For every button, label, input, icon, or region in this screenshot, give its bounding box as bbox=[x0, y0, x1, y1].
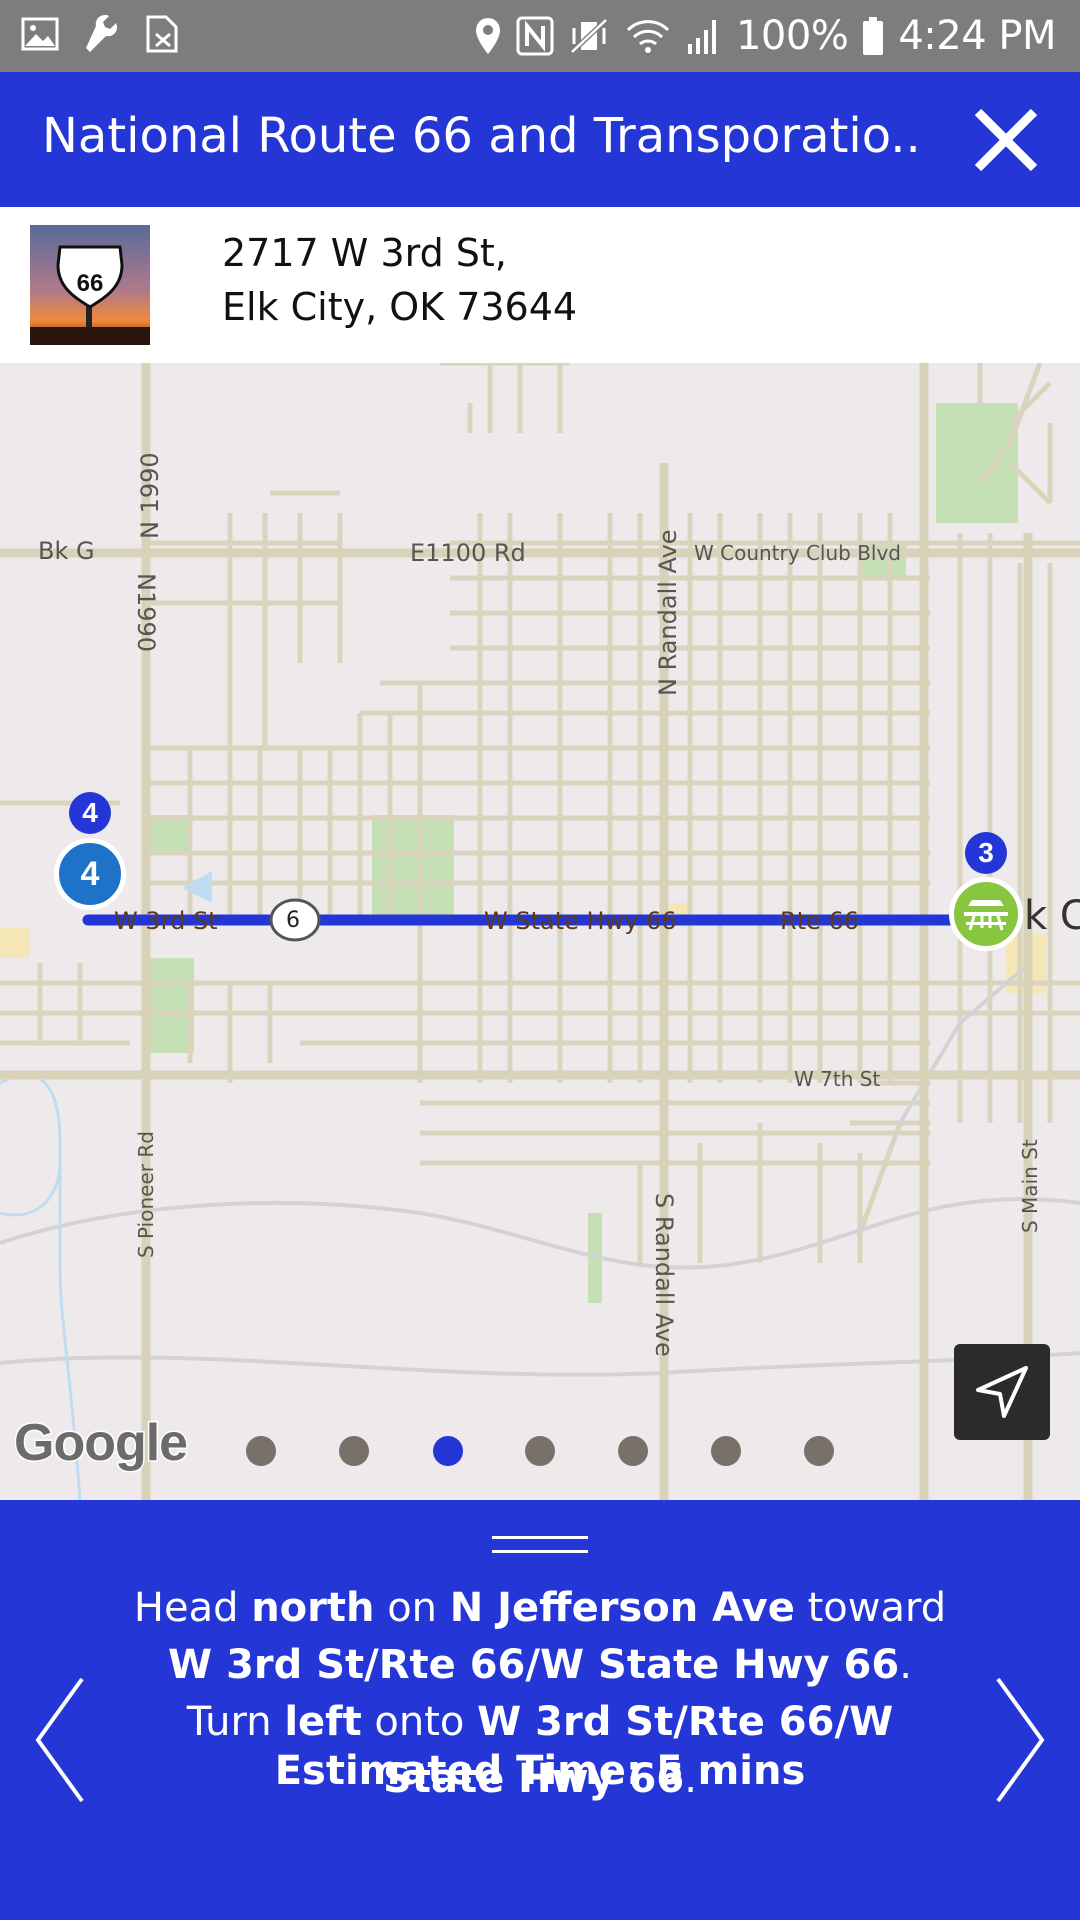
picnic-table-icon bbox=[964, 900, 1008, 931]
address-line-1: 2717 W 3rd St, bbox=[222, 231, 507, 275]
start-marker[interactable]: 4 bbox=[54, 838, 126, 910]
label-n-1990-top: N 1990 bbox=[136, 452, 164, 539]
label-elk-city: k Ci bbox=[1024, 893, 1080, 939]
label-s-pioneer-rd: S Pioneer Rd bbox=[134, 1131, 158, 1258]
page-dot-active[interactable] bbox=[433, 1436, 463, 1466]
app-header: National Route 66 and Transporatio.. bbox=[0, 72, 1080, 207]
battery-icon bbox=[863, 17, 884, 55]
page-indicator bbox=[0, 1436, 1080, 1466]
label-bk-g: Bk G bbox=[38, 537, 95, 565]
svg-text:66: 66 bbox=[77, 270, 104, 297]
page-dot[interactable] bbox=[525, 1436, 555, 1466]
page-dot[interactable] bbox=[246, 1436, 276, 1466]
picnic-marker[interactable] bbox=[949, 877, 1023, 951]
battery-percent: 100% bbox=[735, 13, 849, 59]
close-icon[interactable] bbox=[968, 102, 1044, 178]
label-w-country-club-blvd: W Country Club Blvd bbox=[694, 541, 902, 565]
nfc-icon bbox=[516, 16, 554, 56]
label-w-state-hwy-66: W State Hwy 66 bbox=[484, 907, 677, 935]
signal-icon bbox=[687, 20, 716, 54]
image-icon bbox=[21, 17, 59, 51]
end-step-badge: 3 bbox=[965, 832, 1007, 874]
label-s-randall-ave: S Randall Ave bbox=[650, 1193, 678, 1357]
page-dot[interactable] bbox=[618, 1436, 648, 1466]
navigation-arrow-icon bbox=[976, 1366, 1028, 1418]
sim-off-icon bbox=[146, 15, 178, 53]
map-view[interactable]: Bk G E1100 Rd W Country Club Blvd N 1990… bbox=[0, 363, 1080, 1500]
page-dot[interactable] bbox=[339, 1436, 369, 1466]
clock: 4:24 PM bbox=[898, 13, 1056, 59]
page-title: National Route 66 and Transporatio.. bbox=[42, 108, 921, 164]
wrench-icon bbox=[86, 14, 118, 52]
address-line-2: Elk City, OK 73644 bbox=[222, 285, 578, 329]
estimated-time: Estimated Time: 5 mins bbox=[274, 1748, 806, 1794]
page-dot[interactable] bbox=[711, 1436, 741, 1466]
page-dot[interactable] bbox=[804, 1436, 834, 1466]
route-shield-label: 6 bbox=[286, 908, 300, 933]
wifi-icon bbox=[626, 20, 670, 53]
chevron-left-icon[interactable] bbox=[30, 1675, 90, 1805]
label-n-randall-ave: N Randall Ave bbox=[654, 529, 682, 696]
directions-panel: Head north on N Jefferson Ave toward W 3… bbox=[0, 1500, 1080, 1920]
vibrate-mute-icon bbox=[570, 18, 608, 54]
route-66-thumbnail: 66 bbox=[30, 225, 150, 345]
status-bar: 100% 4:24 PM bbox=[0, 0, 1080, 72]
address-card: 66 2717 W 3rd St, Elk City, OK 73644 bbox=[0, 207, 1080, 363]
label-w-7th-st: W 7th St bbox=[794, 1067, 881, 1091]
label-w-3rd-st: W 3rd St bbox=[114, 907, 218, 935]
label-e1100-rd: E1100 Rd bbox=[410, 539, 526, 567]
label-s-main-st: S Main St bbox=[1018, 1139, 1042, 1233]
location-pin-icon bbox=[475, 18, 500, 54]
drag-handle[interactable] bbox=[492, 1536, 588, 1556]
chevron-right-icon[interactable] bbox=[990, 1675, 1050, 1805]
my-location-button[interactable] bbox=[954, 1344, 1050, 1440]
label-n1990-bottom: N1990 bbox=[132, 573, 160, 653]
start-step-badge: 4 bbox=[69, 792, 111, 834]
label-rte-66: Rte 66 bbox=[780, 907, 860, 935]
